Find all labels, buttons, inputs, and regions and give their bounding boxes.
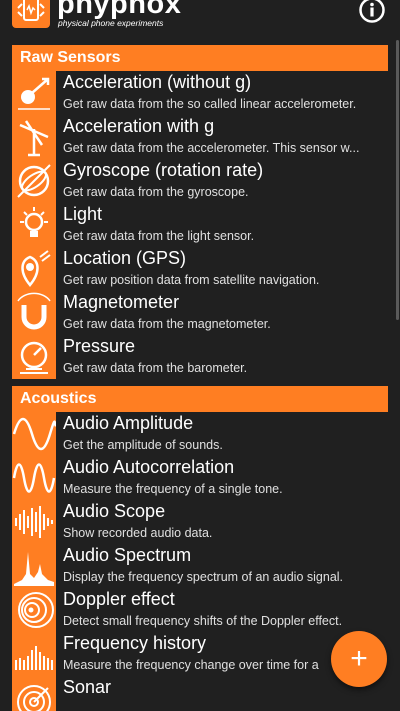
sine-wave-icon: [12, 412, 56, 456]
phone-icon: [12, 0, 50, 28]
experiment-audio-scope[interactable]: Audio Scope Show recorded audio data.: [12, 500, 388, 544]
experiment-audio-autocorrelation[interactable]: Audio Autocorrelation Measure the freque…: [12, 456, 388, 500]
experiment-description: Detect small frequency shifts of the Dop…: [63, 614, 343, 628]
category-list-raw-sensors: Acceleration (without g) Get raw data fr…: [12, 71, 388, 381]
experiment-audio-spectrum[interactable]: Audio Spectrum Display the frequency spe…: [12, 544, 388, 588]
experiment-description: Get raw data from the gyroscope.: [63, 185, 249, 199]
experiment-title: Audio Spectrum: [63, 545, 192, 565]
experiment-pressure[interactable]: Pressure Get raw data from the barometer…: [12, 335, 388, 379]
experiment-title: Frequency history: [63, 633, 207, 653]
app-subtitle: physical phone experiments: [58, 18, 164, 28]
light-bulb-icon: [12, 203, 56, 247]
experiment-title: Audio Amplitude: [63, 413, 194, 433]
experiment-description: Get raw data from the barometer.: [63, 361, 248, 375]
category-header-raw-sensors: Raw Sensors: [12, 45, 388, 71]
experiment-title: Location (GPS): [63, 248, 187, 268]
acceleration-g-icon: [12, 115, 56, 159]
experiment-title: Light: [63, 204, 103, 224]
experiment-title: Acceleration (without g): [63, 72, 252, 92]
app-header: phyphox physical phone experiments: [0, 0, 400, 34]
experiment-description: Get the amplitude of sounds.: [63, 438, 223, 452]
experiment-title: Gyroscope (rotation rate): [63, 160, 264, 180]
experiment-description: Measure the frequency of a single tone.: [63, 482, 283, 496]
doppler-icon: [12, 588, 56, 632]
experiment-description: Get raw data from the so called linear a…: [63, 97, 357, 111]
experiment-light[interactable]: Light Get raw data from the light sensor…: [12, 203, 388, 247]
experiment-title: Audio Autocorrelation: [63, 457, 235, 477]
frequency-history-icon: [12, 632, 56, 676]
experiment-description: Get raw data from the accelerometer. Thi…: [63, 141, 360, 155]
experiment-description: Get raw data from the magnetometer.: [63, 317, 271, 331]
experiment-title: Doppler effect: [63, 589, 175, 609]
plus-icon: +: [350, 642, 368, 675]
category-title: Acoustics: [20, 390, 97, 407]
acceleration-icon: [12, 71, 56, 115]
experiment-title: Acceleration with g: [63, 116, 215, 136]
experiment-title: Sonar: [63, 677, 112, 697]
gyroscope-icon: [12, 159, 56, 203]
info-icon[interactable]: [358, 0, 386, 24]
experiment-acceleration-with-g[interactable]: Acceleration with g Get raw data from th…: [12, 115, 388, 159]
experiment-gyroscope[interactable]: Gyroscope (rotation rate) Get raw data f…: [12, 159, 388, 203]
category-title: Raw Sensors: [20, 49, 121, 66]
experiment-title: Magnetometer: [63, 292, 180, 312]
add-experiment-button[interactable]: +: [331, 631, 387, 687]
sonar-icon: [12, 676, 56, 711]
experiment-location-gps[interactable]: Location (GPS) Get raw position data fro…: [12, 247, 388, 291]
experiment-audio-amplitude[interactable]: Audio Amplitude Get the amplitude of sou…: [12, 412, 388, 456]
audio-scope-icon: [12, 500, 56, 544]
experiment-description: Display the frequency spectrum of an aud…: [63, 570, 344, 584]
experiment-doppler-effect[interactable]: Doppler effect Detect small frequency sh…: [12, 588, 388, 632]
experiment-description: Get raw position data from satellite nav…: [63, 273, 320, 287]
app-root: phyphox physical phone experiments Raw S…: [0, 0, 400, 711]
experiment-title: Pressure: [63, 336, 136, 356]
spectrum-icon: [12, 544, 56, 588]
experiment-acceleration-without-g[interactable]: Acceleration (without g) Get raw data fr…: [12, 71, 388, 115]
autocorrelation-icon: [12, 456, 56, 500]
experiment-description: Show recorded audio data.: [63, 526, 213, 540]
experiment-title: Audio Scope: [63, 501, 166, 521]
scrollbar[interactable]: [396, 40, 399, 320]
magnet-icon: [12, 291, 56, 335]
location-icon: [12, 247, 56, 291]
experiment-magnetometer[interactable]: Magnetometer Get raw data from the magne…: [12, 291, 388, 335]
barometer-icon: [12, 335, 56, 379]
experiment-description: Get raw data from the light sensor.: [63, 229, 255, 243]
category-header-acoustics: Acoustics: [12, 386, 388, 412]
